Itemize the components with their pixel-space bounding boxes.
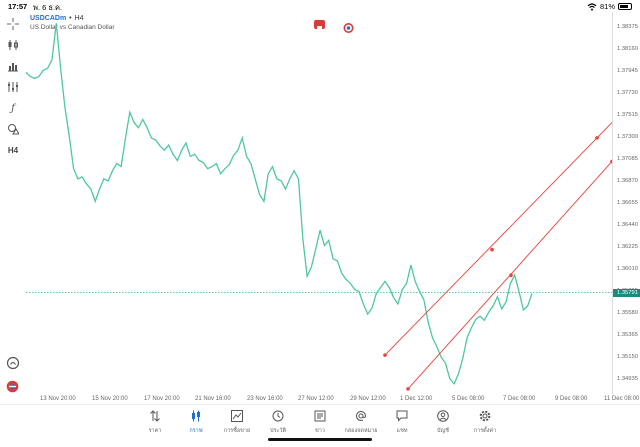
- battery-icon: [618, 3, 632, 10]
- tab-label: บัญชี: [437, 428, 449, 434]
- current-price-badge: 1.35791: [613, 288, 640, 297]
- function-icon[interactable]: ƒ: [6, 101, 20, 115]
- history-icon: [271, 409, 285, 423]
- time-tick-label: 1 Dec 12:00: [400, 396, 433, 402]
- tab-label: กราฟ: [189, 428, 203, 434]
- account-icon: [436, 409, 450, 423]
- tab-account[interactable]: บัญชี: [423, 409, 463, 435]
- price-tick-label: 1.36010: [617, 266, 638, 273]
- price-tick-label: 1.37730: [617, 89, 638, 96]
- clock-icon[interactable]: [6, 356, 20, 375]
- price-tick-label: 1.37085: [617, 155, 638, 162]
- time-tick-label: 17 Nov 20:00: [144, 396, 180, 402]
- channel-anchor-point[interactable]: [490, 247, 494, 252]
- tab-mail[interactable]: กล่องจดหมาย: [341, 409, 381, 435]
- tab-arrows-updown[interactable]: ราคา: [135, 409, 175, 435]
- timeframe-h4[interactable]: H4: [6, 143, 20, 157]
- price-tick-label: 1.35365: [617, 332, 638, 339]
- price-axis[interactable]: 1.38375 1.38160 1.37945 1.37730 1.37515 1.373…: [612, 12, 640, 394]
- price-tick-label: 1.37300: [617, 133, 638, 140]
- chat-icon: [395, 409, 409, 423]
- tab-trade-chart[interactable]: การซื้อขาย: [217, 409, 257, 435]
- home-indicator: [268, 438, 372, 441]
- time-tick-label: 13 Nov 20:00: [40, 396, 76, 402]
- price-tick-label: 1.35150: [617, 354, 638, 361]
- tab-candles[interactable]: กราฟ: [176, 409, 216, 435]
- price-tick-label: 1.38375: [617, 23, 638, 30]
- status-time: 17:57: [8, 2, 28, 11]
- tab-news[interactable]: ข่าว: [300, 409, 340, 435]
- time-tick-label: 21 Nov 16:00: [195, 396, 231, 402]
- candlestick-icon[interactable]: [6, 38, 20, 52]
- time-tick-label: 15 Nov 20:00: [92, 396, 128, 402]
- price-tick-label: 1.37945: [617, 67, 638, 74]
- crosshair-icon[interactable]: [6, 17, 20, 31]
- tab-label: แชท: [396, 428, 408, 434]
- tab-label: กล่องจดหมาย: [344, 428, 378, 434]
- status-bar: 17:57 พ. 6 ธ.ค. 81%: [0, 0, 640, 12]
- trade-chart-icon: [230, 409, 244, 423]
- news-icon: [313, 409, 327, 423]
- price-tick-label: 1.35580: [617, 310, 638, 317]
- price-tick-label: 1.36225: [617, 244, 638, 251]
- tab-label: ประวัติ: [269, 428, 287, 434]
- battery-percent: 81%: [599, 2, 615, 11]
- one-click-trading-icon[interactable]: [6, 380, 19, 398]
- time-tick-label: 9 Dec 08:00: [555, 396, 588, 402]
- price-tick-label: 1.38160: [617, 45, 638, 52]
- arrows-updown-icon: [148, 409, 162, 423]
- tab-label: การซื้อขาย: [223, 428, 251, 434]
- tab-label: ข่าว: [315, 428, 325, 434]
- tab-label: การตั้งค่า: [473, 428, 497, 434]
- price-series-line: [26, 23, 533, 386]
- channel-anchor-point[interactable]: [509, 273, 513, 278]
- time-tick-label: 5 Dec 08:00: [452, 396, 485, 402]
- time-tick-label: 29 Nov 12:00: [350, 396, 386, 402]
- time-tick-label: 27 Nov 12:00: [298, 396, 334, 402]
- tab-chat[interactable]: แชท: [382, 409, 422, 435]
- price-tick-label: 1.36655: [617, 200, 638, 206]
- mail-icon: [354, 409, 368, 423]
- price-chart[interactable]: [26, 12, 612, 394]
- time-tick-label: 7 Dec 08:00: [503, 396, 536, 402]
- bar-chart-icon[interactable]: [6, 59, 20, 73]
- time-tick-label: 23 Nov 16:00: [247, 396, 283, 402]
- channel-line-upper[interactable]: [384, 122, 612, 356]
- price-tick-label: 1.37515: [617, 111, 638, 118]
- channel-anchor-point[interactable]: [595, 136, 599, 140]
- tab-settings[interactable]: การตั้งค่า: [465, 409, 505, 435]
- price-tick-label: 1.36440: [617, 222, 638, 229]
- status-right: 81%: [587, 2, 632, 11]
- time-tick-label: 11 Dec 08:00: [604, 396, 640, 402]
- channel-anchor-point[interactable]: [383, 353, 387, 357]
- indicators-icon[interactable]: [6, 80, 20, 94]
- time-axis[interactable]: 13 Nov 20:00 15 Nov 20:00 17 Nov 20:00 21 N…: [26, 394, 640, 404]
- shapes-icon[interactable]: [6, 122, 20, 136]
- wifi-icon: [587, 2, 597, 11]
- channel-anchor-point[interactable]: [406, 387, 410, 391]
- tab-history[interactable]: ประวัติ: [258, 409, 298, 435]
- price-tick-label: 1.34935: [617, 376, 638, 383]
- tab-label: ราคา: [148, 428, 162, 434]
- candles-icon: [189, 409, 203, 423]
- settings-icon: [478, 409, 492, 423]
- price-tick-label: 1.36870: [617, 177, 638, 184]
